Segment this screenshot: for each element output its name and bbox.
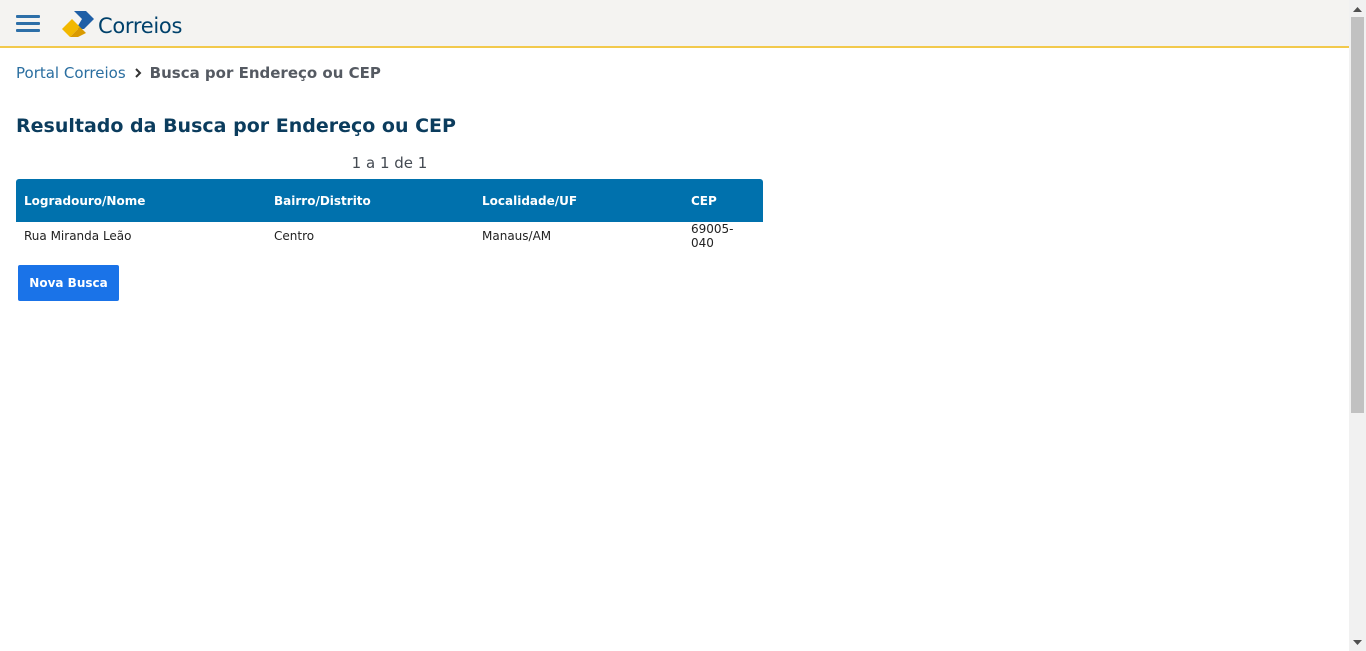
- hamburger-menu-icon[interactable]: [16, 15, 40, 33]
- pagination-info: 1 a 1 de 1: [351, 154, 428, 172]
- column-header-bairro: Bairro/Distrito: [274, 193, 371, 208]
- cell-cep: 69005-040: [691, 222, 734, 250]
- column-header-localidade: Localidade/UF: [482, 193, 578, 208]
- cell-localidade: Manaus/AM: [482, 229, 552, 243]
- results-table: Logradouro/Nome Bairro/Distrito Localida…: [16, 179, 763, 250]
- breadcrumb: Portal Correios Busca por Endereço ou CE…: [16, 64, 381, 82]
- cell-logradouro: Rua Miranda Leão: [24, 229, 132, 243]
- new-search-button[interactable]: Nova Busca: [18, 265, 119, 301]
- cell-bairro: Centro: [274, 229, 315, 243]
- top-header: Correios: [0, 0, 1349, 48]
- correios-logo[interactable]: Correios: [60, 9, 182, 39]
- table-row: Rua Miranda Leão Centro Manaus/AM 69005-…: [16, 222, 763, 250]
- vertical-scrollbar[interactable]: [1349, 0, 1366, 651]
- logo-text: Correios: [98, 14, 183, 38]
- column-header-cep: CEP: [691, 193, 717, 208]
- correios-logo-mark-icon: [62, 11, 94, 37]
- breadcrumb-home-link[interactable]: Portal Correios: [16, 64, 126, 82]
- scroll-up-arrow-icon[interactable]: [1349, 0, 1366, 17]
- scrollbar-thumb[interactable]: [1351, 17, 1364, 413]
- breadcrumb-current: Busca por Endereço ou CEP: [149, 64, 381, 82]
- page: Correios Portal Correios Busca por Ender…: [0, 0, 1366, 651]
- chevron-right-icon: [134, 68, 142, 78]
- scroll-down-arrow-icon[interactable]: [1349, 634, 1366, 651]
- table-header-row: Logradouro/Nome Bairro/Distrito Localida…: [16, 179, 763, 222]
- column-header-logradouro: Logradouro/Nome: [24, 193, 146, 208]
- page-title: Resultado da Busca por Endereço ou CEP: [16, 115, 456, 137]
